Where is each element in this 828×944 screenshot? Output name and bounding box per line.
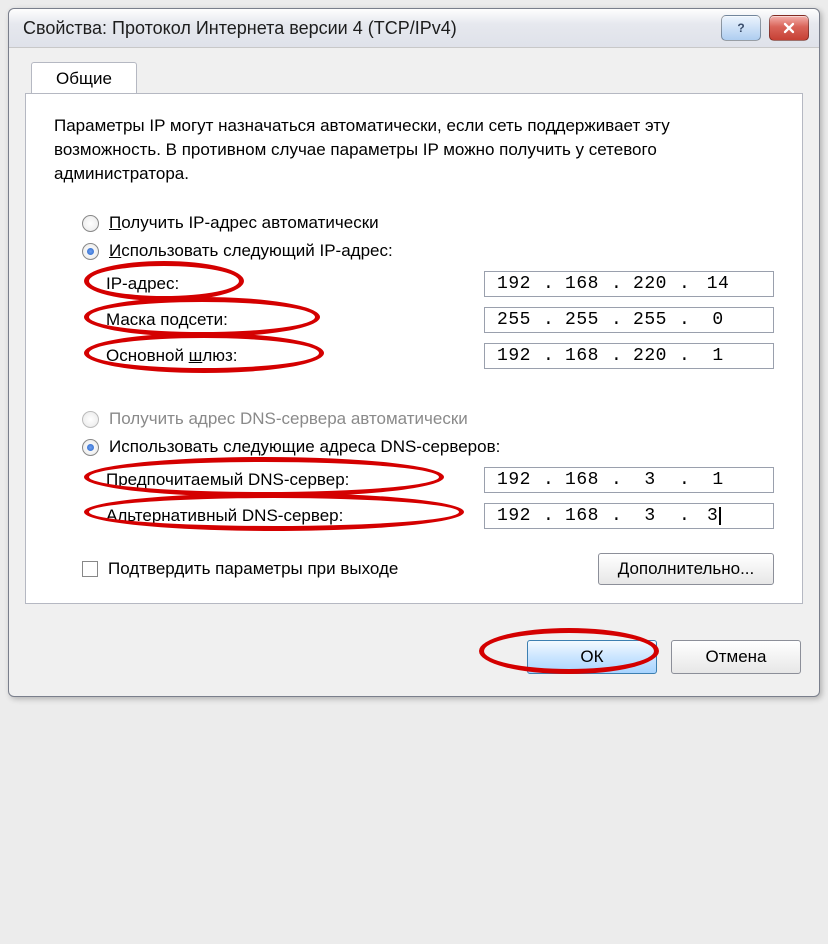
checkbox-icon — [82, 561, 98, 577]
text-caret — [719, 507, 721, 525]
description-text: Параметры IP могут назначаться автоматич… — [54, 114, 774, 185]
ok-button[interactable]: ОК — [527, 640, 657, 674]
radio-icon — [82, 411, 99, 428]
svg-text:?: ? — [737, 21, 744, 35]
titlebar: Свойства: Протокол Интернета версии 4 (T… — [9, 9, 819, 48]
input-default-gateway[interactable]: 192. 168. 220. 1 — [484, 343, 774, 369]
label-subnet-mask: Маска подсети: — [106, 310, 228, 330]
radio-dns-manual[interactable]: Использовать следующие адреса DNS-сервер… — [82, 437, 774, 457]
input-alternate-dns[interactable]: 192. 168. 3. 3 — [484, 503, 774, 529]
radio-icon — [82, 439, 99, 456]
radio-dns-auto: Получить адрес DNS-сервера автоматически — [82, 409, 774, 429]
help-icon: ? — [734, 21, 748, 35]
close-icon — [782, 21, 796, 35]
input-preferred-dns[interactable]: 192. 168. 3. 1 — [484, 467, 774, 493]
tabstrip: Общие — [25, 62, 803, 94]
label-alternate-dns: Альтернативный DNS-сервер: — [106, 506, 343, 526]
radio-icon — [82, 243, 99, 260]
radio-ip-auto[interactable]: Получить IP-адрес автоматически — [82, 213, 774, 233]
panel-general: Параметры IP могут назначаться автоматич… — [25, 93, 803, 604]
label-preferred-dns: Предпочитаемый DNS-сервер: — [106, 470, 349, 490]
advanced-button[interactable]: Дополнительно... — [598, 553, 774, 585]
checkbox-confirm-on-exit[interactable]: Подтвердить параметры при выходе — [82, 559, 398, 579]
radio-ip-manual[interactable]: Использовать следующий IP-адрес: — [82, 241, 774, 261]
input-subnet-mask[interactable]: 255. 255. 255. 0 — [484, 307, 774, 333]
properties-dialog: Свойства: Протокол Интернета версии 4 (T… — [8, 8, 820, 697]
tab-general[interactable]: Общие — [31, 62, 137, 96]
cancel-button[interactable]: Отмена — [671, 640, 801, 674]
input-ip-address[interactable]: 192. 168. 220. 14 — [484, 271, 774, 297]
window-title: Свойства: Протокол Интернета версии 4 (T… — [23, 18, 457, 39]
label-default-gateway: Основной шлюз: — [106, 346, 238, 366]
label-ip-address: IP-адрес: — [106, 274, 179, 294]
radio-icon — [82, 215, 99, 232]
close-button[interactable] — [769, 15, 809, 41]
help-button[interactable]: ? — [721, 15, 761, 41]
